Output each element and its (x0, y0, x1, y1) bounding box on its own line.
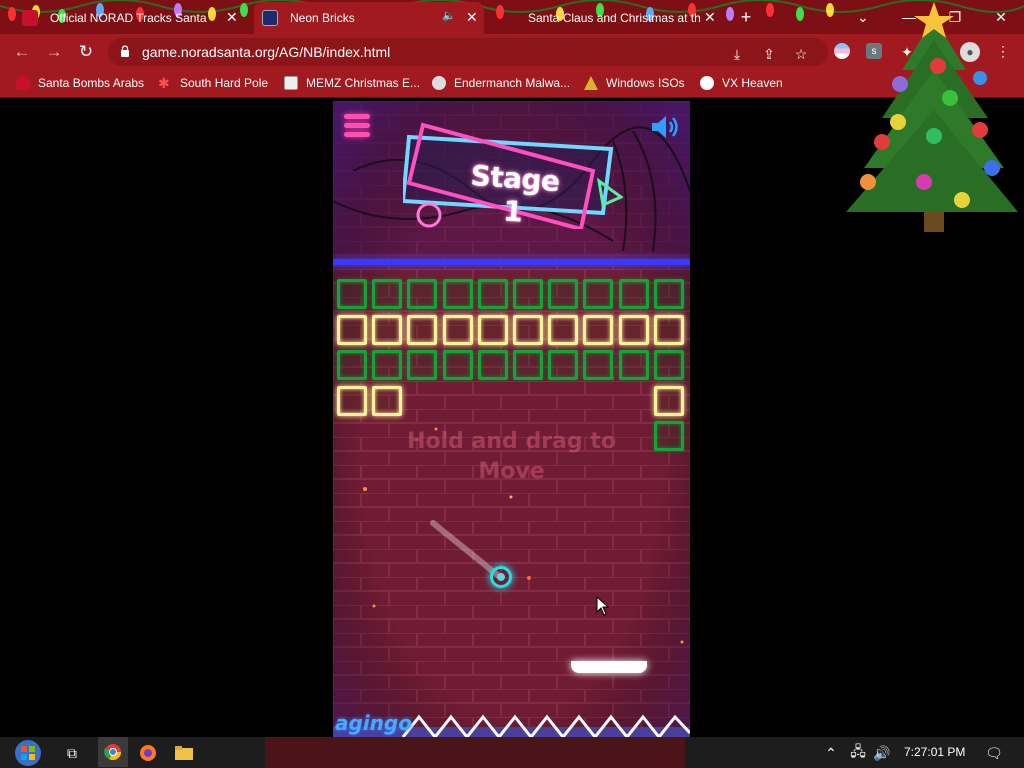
start-button-icon[interactable] (12, 737, 44, 768)
vx-icon (700, 76, 714, 90)
green-brick (548, 350, 579, 380)
yellow-brick (653, 385, 684, 416)
task-view-icon[interactable]: ⧉ (60, 741, 84, 765)
green-brick (513, 279, 543, 309)
memz-icon (284, 76, 298, 90)
volume-icon[interactable]: 🔊 (872, 741, 892, 765)
bookmark-label: MEMZ Christmas E... (306, 76, 421, 90)
forward-arrow-icon[interactable]: → (38, 34, 70, 70)
tab-title: Official NORAD Tracks Santa (50, 11, 207, 25)
green-brick (583, 350, 614, 380)
yellow-brick (372, 314, 403, 345)
green-brick (372, 350, 403, 380)
game-favicon-icon (262, 10, 278, 26)
yellow-brick (407, 314, 438, 345)
chrome-taskbar-icon[interactable] (98, 737, 128, 767)
bookmark-label: Endermanch Malwa... (454, 76, 571, 90)
share-icon[interactable]: ⇪ (760, 45, 778, 63)
bookmark-memz-christmas[interactable]: MEMZ Christmas E... (284, 76, 420, 90)
close-tab-icon[interactable]: ✕ (466, 9, 478, 26)
green-brick (407, 279, 438, 309)
green-brick (442, 350, 473, 380)
santa-favicon-icon (500, 10, 516, 26)
hint-line-2: Move (478, 459, 545, 484)
yellow-brick (442, 314, 473, 345)
reload-icon[interactable]: ↻ (70, 34, 102, 70)
network-icon[interactable]: 🖧 (848, 741, 868, 765)
mouse-cursor-icon (596, 596, 610, 616)
bookmark-label: Santa Bombs Arabs (38, 76, 145, 90)
green-brick (618, 279, 649, 309)
agingo-logo[interactable]: agingo (335, 711, 412, 735)
firefox-taskbar-icon[interactable] (136, 741, 160, 765)
christmas-tree-decoration (846, 2, 1018, 232)
tab-title: Santa Claus and Christmas at the (528, 11, 700, 25)
file-explorer-icon[interactable] (172, 741, 196, 765)
tab-neon-bricks[interactable]: Neon Bricks 🔈 ✕ (254, 2, 484, 34)
taskbar-wallpaper-strip (265, 737, 685, 768)
green-brick (477, 279, 508, 309)
yellow-brick (337, 314, 367, 345)
bookmark-santa-bombs-arabs[interactable]: Santa Bombs Arabs (16, 76, 144, 90)
menu-hamburger-icon[interactable] (344, 114, 370, 140)
green-brick (583, 279, 614, 309)
speaker-muted-icon[interactable]: 🔈 (442, 9, 456, 22)
install-app-icon[interactable]: ⤓ (728, 45, 746, 63)
ceiling-bar (333, 259, 690, 265)
green-brick (442, 279, 473, 309)
close-tab-icon[interactable]: ✕ (226, 9, 238, 26)
green-brick (337, 279, 367, 309)
green-brick (337, 350, 367, 380)
norad-favicon-icon (22, 10, 38, 26)
new-tab-button[interactable]: + (726, 0, 766, 34)
bookmark-south-hard-pole[interactable]: ✱ South Hard Pole (158, 76, 268, 90)
hint-line-1: Hold and drag to (407, 429, 616, 454)
game-ball (490, 566, 512, 588)
lock-icon (121, 45, 129, 57)
tree-icon (584, 76, 598, 90)
green-brick (618, 350, 649, 380)
back-arrow-icon[interactable]: ← (6, 34, 38, 70)
stage-label: Stage 1 (469, 158, 561, 229)
bookmark-endermanch-malware[interactable]: Endermanch Malwa... (432, 76, 570, 90)
url-text[interactable]: game.noradsanta.org/AG/NB/index.html (142, 44, 390, 60)
bookmark-label: VX Heaven (722, 76, 783, 90)
yellow-brick (513, 314, 543, 345)
bookmark-star-icon[interactable]: ☆ (792, 45, 810, 63)
yellow-brick (372, 385, 403, 416)
green-brick (477, 350, 508, 380)
yellow-brick (618, 314, 649, 345)
address-bar[interactable]: game.noradsanta.org/AG/NB/index.html ⤓ ⇪… (108, 38, 828, 66)
santa-icon (16, 76, 30, 90)
yellow-brick (583, 314, 614, 345)
bookmark-label: Windows ISOs (606, 76, 685, 90)
yellow-brick (477, 314, 508, 345)
taskbar-clock[interactable]: 7:27:01 PM (904, 745, 965, 759)
notifications-icon[interactable]: 🗨 (982, 741, 1006, 765)
yellow-brick (337, 385, 367, 416)
drag-hint-text: Hold and drag to Move (333, 427, 690, 487)
tab-norad-tracks-santa[interactable]: Official NORAD Tracks Santa ✕ (14, 2, 244, 34)
close-tab-icon[interactable]: ✕ (704, 9, 716, 26)
green-brick (548, 279, 579, 309)
endermanch-icon (432, 76, 446, 90)
green-brick (653, 279, 684, 309)
windows-taskbar: ⧉ ⌃ 🖧 🔊 7:27:01 PM 🗨 (0, 737, 1024, 768)
snowflake-icon: ✱ (158, 75, 170, 91)
speaker-sound-icon[interactable] (649, 111, 681, 143)
neon-bricks-game-canvas[interactable]: Stage 1 Hold and drag to Move agingo (333, 101, 690, 737)
show-hidden-icons-chevron-icon[interactable]: ⌃ (822, 741, 840, 765)
yellow-brick (548, 314, 579, 345)
green-brick (653, 350, 684, 380)
bookmark-label: South Hard Pole (180, 76, 269, 90)
yellow-brick (653, 314, 684, 345)
green-brick (513, 350, 543, 380)
tab-santa-claus-christmas[interactable]: Santa Claus and Christmas at the ✕ (492, 2, 724, 34)
tab-title: Neon Bricks (290, 11, 355, 25)
bookmark-vx-heaven[interactable]: VX Heaven (700, 76, 783, 90)
green-brick (407, 350, 438, 380)
bookmark-windows-isos[interactable]: Windows ISOs (584, 76, 685, 90)
green-brick (372, 279, 403, 309)
player-paddle[interactable] (571, 661, 647, 673)
